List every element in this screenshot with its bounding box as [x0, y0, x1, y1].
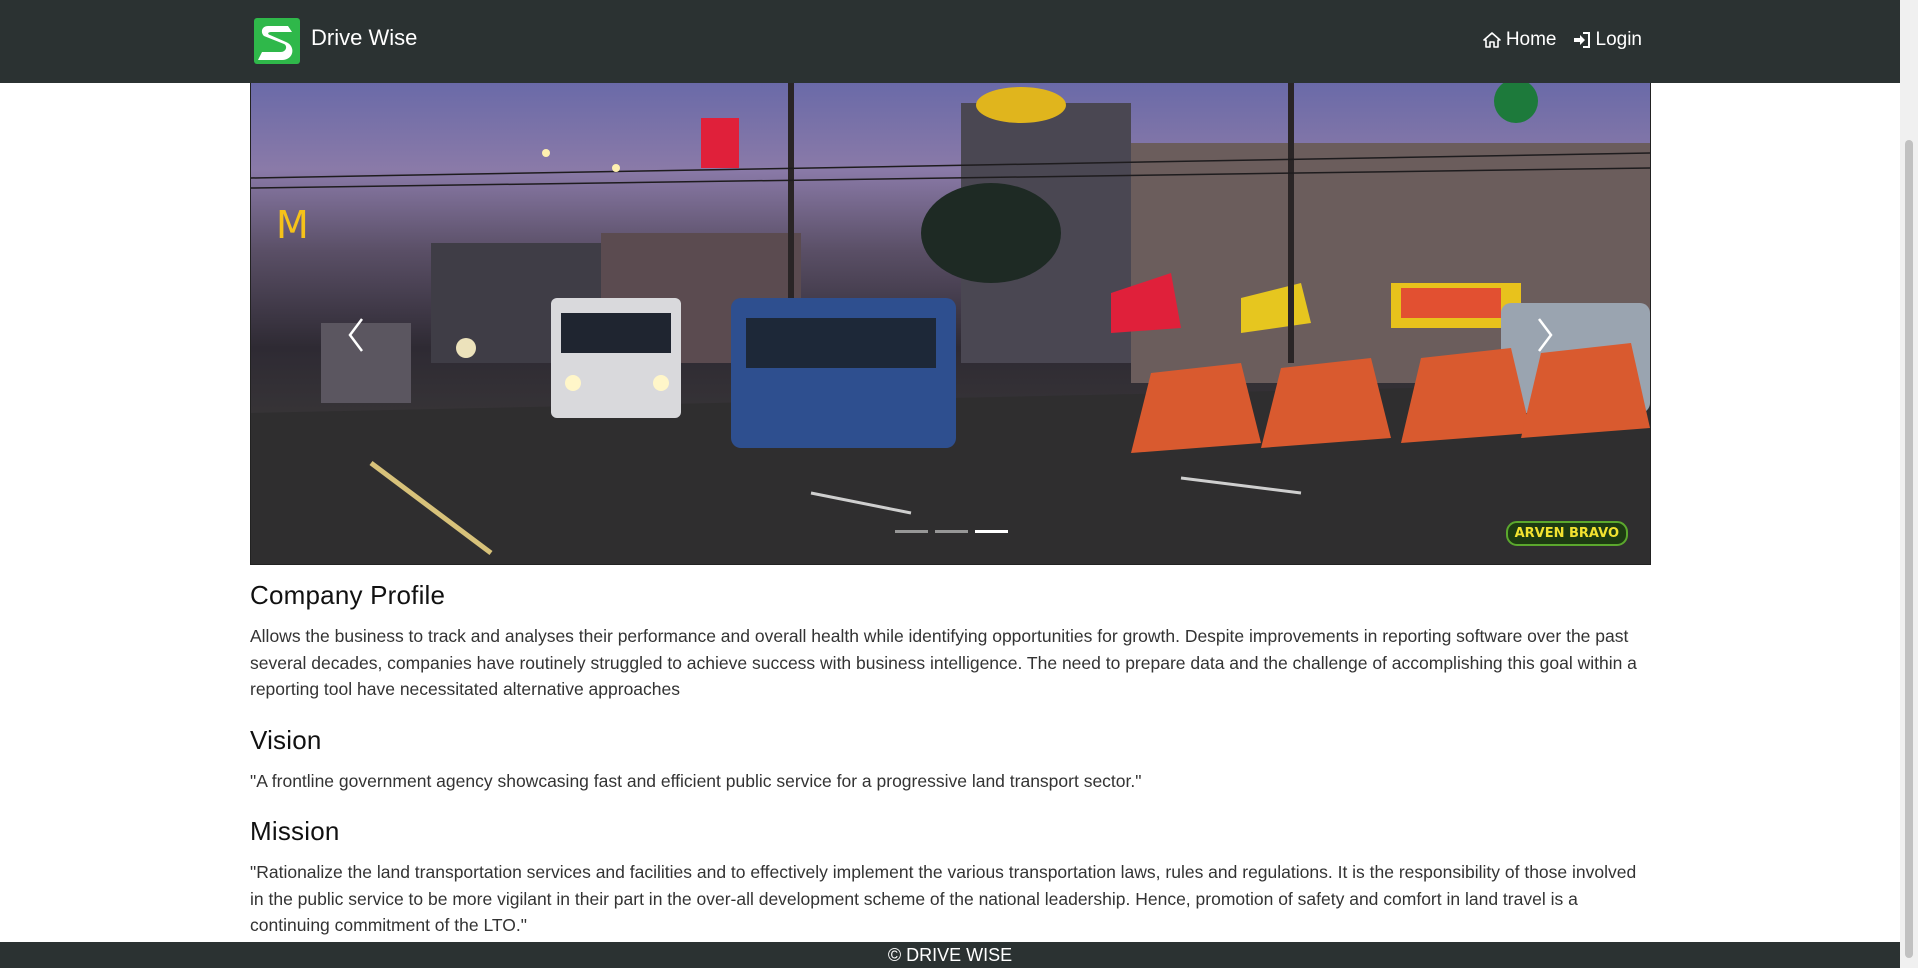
page-scrollbar[interactable]	[1900, 0, 1918, 968]
hero-carousel: M ARVEN BRAVO	[250, 83, 1651, 565]
photo-watermark: ARVEN BRAVO	[1505, 521, 1628, 546]
mission-heading: Mission	[250, 816, 340, 846]
nav-login-link[interactable]: Login	[1573, 29, 1643, 51]
main-content: Company Profile Allows the business to t…	[250, 580, 1650, 939]
carousel-indicators	[895, 530, 1008, 533]
home-icon	[1483, 32, 1501, 48]
carousel-indicator-1[interactable]	[895, 530, 928, 533]
footer-copyright: © DRIVE WISE	[887, 945, 1013, 965]
login-icon	[1573, 32, 1590, 48]
carousel-indicator-2[interactable]	[935, 530, 968, 533]
company-profile-section: Company Profile Allows the business to t…	[250, 580, 1650, 703]
vision-text: "A frontline government agency showcasin…	[250, 770, 1142, 791]
vision-section: Vision "A frontline government agency sh…	[250, 725, 1650, 795]
carousel-prev-button[interactable]	[336, 305, 376, 365]
chevron-left-icon	[348, 318, 363, 352]
scrollbar-thumb[interactable]	[1905, 140, 1913, 958]
chevron-right-icon	[1538, 318, 1553, 352]
mission-text: "Rationalize the land transportation ser…	[250, 862, 1637, 935]
navbar: Drive Wise Home Login	[0, 0, 1900, 83]
nav-home-label: Home	[1505, 29, 1557, 50]
company-profile-heading: Company Profile	[250, 580, 446, 610]
carousel-indicator-3[interactable]	[975, 530, 1008, 533]
footer: © DRIVE WISE	[0, 942, 1900, 968]
nav-links: Home Login	[1483, 29, 1642, 51]
nav-home-link[interactable]: Home	[1483, 29, 1557, 51]
carousel-next-button[interactable]	[1525, 305, 1565, 365]
nav-login-label: Login	[1595, 29, 1643, 50]
mission-section: Mission "Rationalize the land transporta…	[250, 816, 1650, 939]
street-scene-image: M	[251, 83, 1650, 564]
vision-heading: Vision	[250, 724, 322, 755]
svg-text:M: M	[276, 203, 309, 247]
drive-wise-logo-icon	[254, 18, 300, 64]
brand-name: Drive Wise	[311, 25, 418, 50]
company-profile-text: Allows the business to track and analyse…	[250, 626, 1637, 699]
brand-link[interactable]: Drive Wise	[254, 18, 417, 64]
